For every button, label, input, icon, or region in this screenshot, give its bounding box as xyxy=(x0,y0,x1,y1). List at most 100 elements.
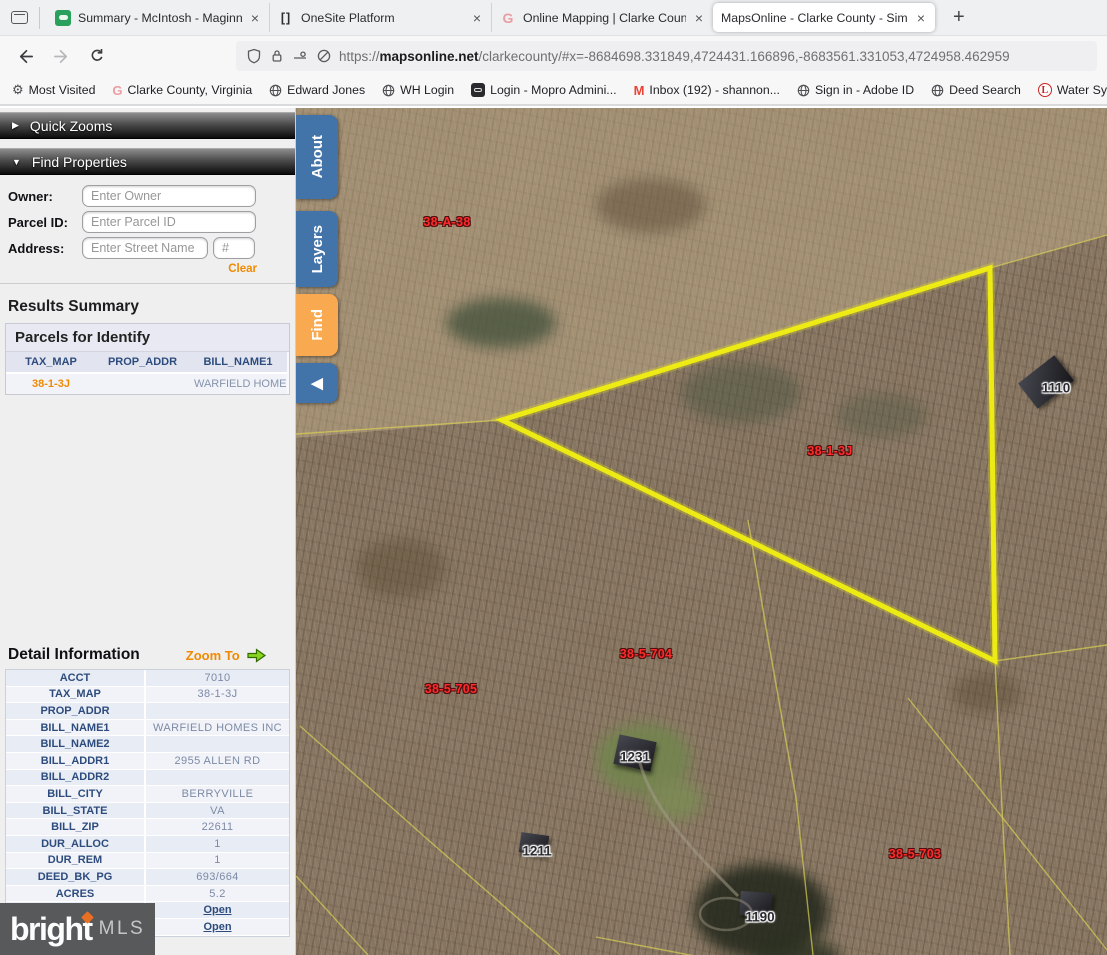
find-properties-form: Owner: Parcel ID: Address: Clear xyxy=(0,175,295,284)
globe-icon xyxy=(797,84,810,97)
favicon-pill xyxy=(59,15,68,20)
collapsed-arrow-icon: ▶ xyxy=(12,120,19,131)
find-properties-header[interactable]: ▼ Find Properties xyxy=(0,148,295,175)
open-link[interactable]: Open xyxy=(203,921,231,933)
detail-field-label: BILL_ZIP xyxy=(6,819,146,835)
detail-field-value: 2955 ALLEN RD xyxy=(146,753,289,769)
site-favicon xyxy=(55,10,71,26)
open-link[interactable]: Open xyxy=(203,904,231,916)
shield-icon[interactable] xyxy=(246,48,262,64)
detail-field-value: 1 xyxy=(146,836,289,852)
tab-close-icon[interactable]: × xyxy=(249,11,261,25)
table-row: ACRES5.2 xyxy=(6,886,289,903)
results-cell-taxmap[interactable]: 38-1-3J xyxy=(6,374,96,394)
tab-bar: Summary - McIntosh - Maginni×[]OneSite P… xyxy=(0,0,1107,36)
highlighted-parcel-glow xyxy=(502,268,995,661)
mopro-glyph xyxy=(474,88,482,92)
navigation-bar: https://mapsonline.net/clarkecounty/#x=-… xyxy=(0,36,1107,76)
bookmark-item[interactable]: Edward Jones xyxy=(269,83,365,97)
tab-close-icon[interactable]: × xyxy=(471,11,483,25)
bookmark-item[interactable]: Sign in - Adobe ID xyxy=(797,83,914,97)
mopro-icon xyxy=(471,83,485,97)
results-cell-propaddr xyxy=(96,374,189,394)
zoom-to-button[interactable]: Zoom To xyxy=(186,648,240,663)
bookmarks-bar: ⚙Most Visited GClarke County, Virginia Edw… xyxy=(0,76,1107,106)
tab-overview-glyph xyxy=(11,11,28,24)
detail-field-label: PROP_ADDR xyxy=(6,703,146,719)
side-tab-label: Find xyxy=(309,309,326,341)
table-row: BILL_ADDR2 xyxy=(6,770,289,787)
clear-link[interactable]: Clear xyxy=(8,263,287,275)
tab-overview-icon[interactable] xyxy=(6,7,32,29)
detail-field-value xyxy=(146,736,289,752)
bookmark-item[interactable]: ⚙Most Visited xyxy=(12,82,95,98)
table-row: BILL_NAME2 xyxy=(6,736,289,753)
quick-zooms-header[interactable]: ▶ Quick Zooms xyxy=(0,112,295,139)
reload-button[interactable] xyxy=(82,41,112,71)
street-name-input[interactable] xyxy=(82,237,208,259)
parcel-id-label: 38-1-3J xyxy=(807,444,852,458)
expanded-arrow-icon: ▼ xyxy=(12,157,21,167)
bookmark-item[interactable]: WH Login xyxy=(382,83,454,97)
parcel-id-label: 38-5-705 xyxy=(425,682,477,696)
detail-field-value: VA xyxy=(146,803,289,819)
water-system-icon: L xyxy=(1038,83,1052,97)
driveway-path xyxy=(640,763,738,896)
back-arrow-icon xyxy=(16,47,35,66)
zoom-to-arrow-icon[interactable] xyxy=(246,648,267,663)
detail-field-label: TAX_MAP xyxy=(6,687,146,703)
detail-table: ACCT7010TAX_MAP38-1-3JPROP_ADDRBILL_NAME… xyxy=(5,669,290,937)
bookmark-item[interactable]: Deed Search xyxy=(931,83,1021,97)
table-row: BILL_ADDR12955 ALLEN RD xyxy=(6,753,289,770)
url-text: https://mapsonline.net/clarkecounty/#x=-… xyxy=(339,49,1010,64)
side-tab-layers[interactable]: Layers xyxy=(296,211,338,287)
parcel-boundary-line xyxy=(995,645,1107,661)
bookmark-item[interactable]: GClarke County, Virginia xyxy=(112,83,252,98)
parcel-boundary-line xyxy=(300,726,560,955)
street-number-input[interactable] xyxy=(213,237,255,259)
house-number-label: 1110 xyxy=(1042,381,1071,396)
address-label: Address: xyxy=(8,241,82,256)
owner-input[interactable] xyxy=(82,185,256,207)
tabbar-separator xyxy=(39,7,40,29)
g-favicon-icon: G xyxy=(112,83,122,98)
permissions-icon[interactable] xyxy=(292,48,309,64)
results-table: Parcels for Identify TAX_MAPPROP_ADDRBIL… xyxy=(5,323,290,395)
site-favicon: [] xyxy=(278,10,294,26)
table-row: BILL_NAME1WARFIELD HOMES INC xyxy=(6,720,289,737)
url-bar[interactable]: https://mapsonline.net/clarkecounty/#x=-… xyxy=(236,41,1097,71)
brightmls-suffix-text: MLS xyxy=(99,918,146,940)
browser-tab[interactable]: GOnline Mapping | Clarke Count× xyxy=(491,3,713,32)
side-tab-about[interactable]: About xyxy=(296,115,338,199)
bookmark-item[interactable]: Login - Mopro Admini... xyxy=(471,83,616,97)
browser-tab[interactable]: []OneSite Platform× xyxy=(269,3,491,32)
bookmark-item[interactable]: MInbox (192) - shannon... xyxy=(634,83,780,98)
parcel-boundary-line xyxy=(296,876,368,955)
detail-field-value: 7010 xyxy=(146,670,289,686)
forward-button[interactable] xyxy=(46,41,76,71)
detail-information-section: Detail Information Zoom To ACCT7010TAX_M… xyxy=(0,646,295,937)
bookmark-item[interactable]: LWater System xyxy=(1038,83,1107,97)
tracking-blocked-icon[interactable] xyxy=(316,48,332,64)
tab-close-icon[interactable]: × xyxy=(693,11,705,25)
browser-tab[interactable]: Summary - McIntosh - Maginni× xyxy=(47,3,269,32)
tab-title: MapsOnline - Clarke County - Simp xyxy=(721,11,908,25)
side-tab-find[interactable]: Find xyxy=(296,294,338,356)
browser-tab[interactable]: MapsOnline - Clarke County - Simp × xyxy=(713,3,935,32)
new-tab-button[interactable]: + xyxy=(947,6,971,29)
lock-icon[interactable] xyxy=(269,48,285,64)
map-viewport[interactable]: 38-A-3838-1-3J38-5-70438-5-70538-5-70311… xyxy=(296,108,1107,955)
table-row: BILL_STATEVA xyxy=(6,803,289,820)
detail-field-value: 38-1-3J xyxy=(146,687,289,703)
parcel-id-input[interactable] xyxy=(82,211,256,233)
brightmls-logo: bright MLS xyxy=(0,903,155,955)
quick-zooms-label: Quick Zooms xyxy=(30,118,112,134)
detail-field-label: ACCT xyxy=(6,670,146,686)
tab-close-icon[interactable]: × xyxy=(915,11,927,25)
detail-field-label: BILL_ADDR2 xyxy=(6,770,146,786)
highlighted-parcel-outline xyxy=(502,268,995,661)
side-tab-collapse[interactable]: ◀ xyxy=(296,363,338,403)
back-button[interactable] xyxy=(10,41,40,71)
collapse-arrow-icon: ◀ xyxy=(311,374,323,392)
results-column-header: PROP_ADDR xyxy=(96,352,189,374)
